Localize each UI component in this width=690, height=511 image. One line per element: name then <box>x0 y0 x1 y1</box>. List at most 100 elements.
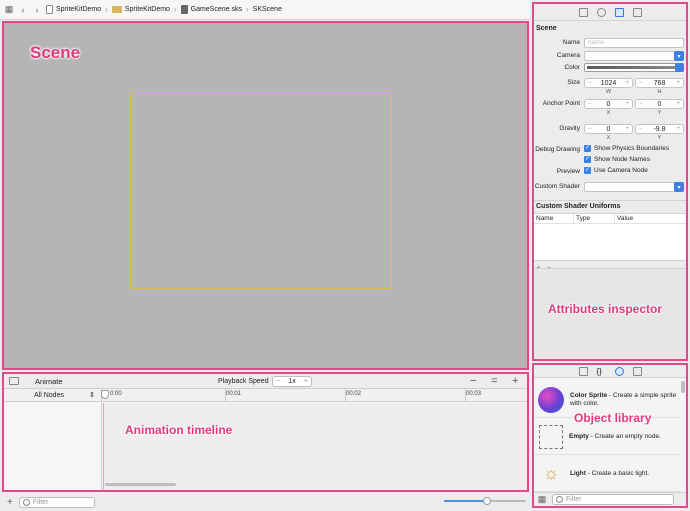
plus-icon[interactable]: + <box>676 101 680 107</box>
use-camera-node-checkbox[interactable]: ✓ Use Camera Node <box>584 167 648 174</box>
breadcrumb: SpriteKitDemo › SpriteKitDemo › GameScen… <box>46 5 282 14</box>
timeline-track-area[interactable] <box>103 403 527 490</box>
minus-icon[interactable]: − <box>276 378 280 385</box>
tick-label: 0:00 <box>110 391 122 397</box>
zoom-slider-fill <box>444 500 487 502</box>
grid-view-icon[interactable]: ▦ <box>537 494 547 505</box>
library-bottom-bar: ▦ Filter <box>534 492 686 506</box>
zoom-in-icon[interactable]: + <box>512 375 518 387</box>
zoom-slider-knob[interactable] <box>482 497 491 505</box>
timeline-ruler[interactable]: All Nodes ⇕ 0:00 00:01 00:02 00:03 <box>4 389 527 402</box>
shader-uniforms-section: Custom Shader Uniforms Name Type Value +… <box>534 200 686 272</box>
jump-bar: ▦ ‹ › SpriteKitDemo › SpriteKitDemo › Ga… <box>0 0 530 20</box>
animation-timeline: Animate Playback Speed − 1x + − = + All … <box>2 372 529 492</box>
show-physics-label: Show Physics Boundaries <box>594 145 670 152</box>
updown-chevron-icon: ⇕ <box>89 392 95 399</box>
tick-label: 00:01 <box>226 391 242 397</box>
film-icon[interactable] <box>9 377 19 385</box>
minus-icon[interactable]: − <box>639 80 643 86</box>
scene-filter-input[interactable]: Filter <box>18 496 95 508</box>
timeline-node-list[interactable] <box>4 403 102 490</box>
playback-speed-stepper[interactable]: − 1x + <box>272 376 312 387</box>
zoom-fit-icon[interactable]: = <box>491 375 497 387</box>
scene-editor[interactable]: Scene <box>2 21 529 370</box>
filter-icon <box>556 496 563 503</box>
folder-icon <box>111 6 122 13</box>
size-inspector-icon[interactable] <box>632 7 642 17</box>
add-icon[interactable]: + <box>7 497 13 508</box>
plus-icon[interactable]: + <box>625 126 629 132</box>
name-label: Name <box>562 39 580 46</box>
object-library-icon[interactable] <box>614 366 624 376</box>
library-item-light[interactable]: ☼ Light - Create a basic light. <box>534 456 680 492</box>
file-inspector-icon[interactable] <box>578 7 588 17</box>
library-tabs: {} <box>534 365 686 378</box>
size-height-stepper[interactable]: − 768 + <box>635 78 684 88</box>
camera-popup[interactable]: ▾ <box>584 51 684 61</box>
anchor-x-stepper[interactable]: − 0 + <box>584 99 633 109</box>
plus-icon[interactable]: + <box>676 126 680 132</box>
size-width-stepper[interactable]: − 1024 + <box>584 78 633 88</box>
attributes-inspector: Scene Name name Camera ▾ Color Size − 102… <box>532 2 688 361</box>
code-snippet-icon[interactable]: {} <box>597 367 606 376</box>
color-well[interactable] <box>584 63 684 72</box>
uniforms-table[interactable]: Name Type Value <box>534 213 686 261</box>
size-width-value: 1024 <box>600 79 617 87</box>
breadcrumb-file[interactable]: GameScene.sks <box>191 6 242 13</box>
timeline-scrollbar[interactable] <box>105 483 176 486</box>
color-popup-button[interactable] <box>675 63 684 72</box>
inspector-annotation: Attributes inspector <box>548 302 663 316</box>
custom-shader-popup[interactable]: ▾ <box>584 182 684 192</box>
library-item-title: Empty <box>569 432 589 440</box>
library-filter-input[interactable]: Filter <box>552 494 674 505</box>
library-item-text: Empty - Create an empty node. <box>569 433 677 441</box>
zoom-slider[interactable] <box>444 497 526 505</box>
minus-icon[interactable]: − <box>588 126 592 132</box>
breadcrumb-project[interactable]: SpriteKitDemo <box>56 6 101 13</box>
back-arrow-icon[interactable]: ‹ <box>18 5 28 15</box>
gravity-row: Gravity − 0 + − -9.8 + X Y <box>534 124 686 141</box>
plus-icon[interactable]: + <box>625 101 629 107</box>
chevron-down-icon: ▾ <box>674 182 684 192</box>
name-field[interactable]: name <box>584 38 684 48</box>
scene-bounds-frame[interactable] <box>130 93 392 289</box>
forward-arrow-icon[interactable]: › <box>32 5 42 15</box>
anchor-y-stepper[interactable]: − 0 + <box>635 99 684 109</box>
timeline-header: Animate Playback Speed − 1x + − = + <box>4 374 527 389</box>
object-library: {} Color Sprite - Create a simple sprite… <box>532 363 688 508</box>
zoom-out-icon[interactable]: − <box>470 375 476 387</box>
playhead-handle[interactable] <box>101 390 109 399</box>
file-template-icon[interactable] <box>578 366 588 376</box>
show-node-names-row: ✓ Show Node Names <box>534 156 686 166</box>
minus-icon[interactable]: − <box>639 126 643 132</box>
show-physics-checkbox[interactable]: ✓ Show Physics Boundaries <box>584 145 669 152</box>
gravity-x-stepper[interactable]: − 0 + <box>584 124 633 134</box>
help-icon[interactable] <box>596 7 606 17</box>
gravity-y-stepper[interactable]: − -9.8 + <box>635 124 684 134</box>
timeline-body <box>4 403 527 490</box>
media-library-icon[interactable] <box>632 366 642 376</box>
color-label: Color <box>564 64 580 71</box>
minus-icon[interactable]: − <box>588 80 592 86</box>
minus-icon[interactable]: − <box>588 101 592 107</box>
grid-icon[interactable]: ▦ <box>4 4 14 15</box>
anchor-row: Anchor Point − 0 + − 0 + X Y <box>534 99 686 116</box>
plus-icon[interactable]: + <box>304 378 308 385</box>
breadcrumb-folder[interactable]: SpriteKitDemo <box>125 6 170 13</box>
plus-icon[interactable]: + <box>676 80 680 86</box>
library-item-text: Light - Create a basic light. <box>570 470 678 478</box>
playback-speed-label: Playback Speed <box>218 378 269 385</box>
editor-bottom-bar: + Filter <box>0 493 530 511</box>
camera-label: Camera <box>556 52 580 59</box>
minus-icon[interactable]: − <box>639 101 643 107</box>
column-header[interactable]: Value <box>615 214 684 223</box>
column-header[interactable]: Name <box>534 214 574 223</box>
node-filter-select[interactable]: All Nodes ⇕ <box>4 389 102 401</box>
column-header[interactable]: Type <box>574 214 615 223</box>
library-scrollbar[interactable] <box>681 381 685 393</box>
empty-node-icon <box>539 424 563 449</box>
attributes-inspector-icon[interactable] <box>614 7 624 17</box>
show-node-names-checkbox[interactable]: ✓ Show Node Names <box>584 156 650 163</box>
plus-icon[interactable]: + <box>625 80 629 86</box>
breadcrumb-node[interactable]: SKScene <box>253 6 282 13</box>
